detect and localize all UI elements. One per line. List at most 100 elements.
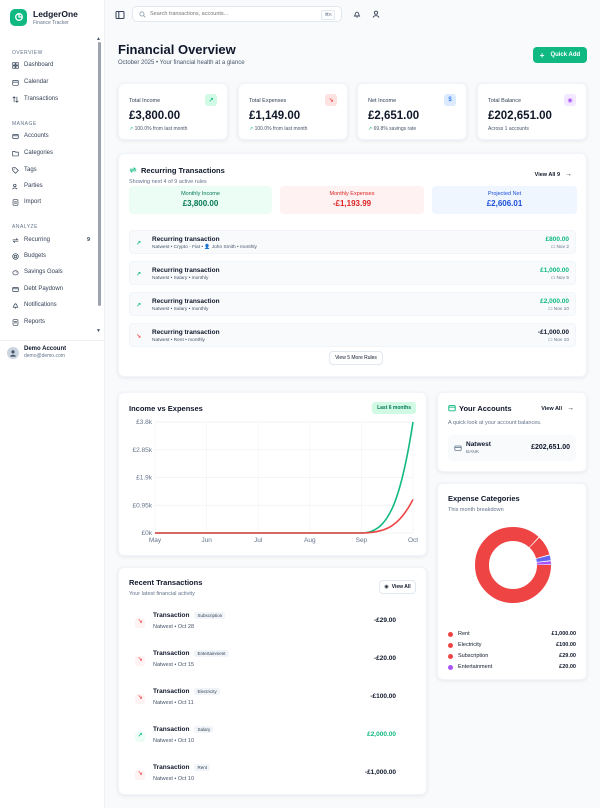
logo-icon [10,8,27,26]
dollar-icon: $ [444,94,456,106]
category-tag: Salary [194,726,214,733]
y-tick-label: £2.85k [132,447,152,454]
sidebar-item-accounts[interactable]: Accounts [12,129,90,143]
stat-label: Total Income [129,98,161,104]
sidebar-item-notifications[interactable]: Notifications [12,298,90,312]
search-bar[interactable]: ⌘K [132,6,342,22]
bank-icon [12,133,19,139]
sidebar-item-label: Calendar [24,79,49,85]
transaction-amount: -£20.00 [373,655,396,662]
bell-icon[interactable] [353,10,361,18]
sidebar-item-categories[interactable]: Categories [12,146,90,160]
sidebar-item-debt-paydown[interactable]: Debt Paydown [12,282,90,296]
sidebar-item-label: Categories [24,150,54,156]
scroll-down-icon[interactable]: ▼ [96,328,101,334]
x-tick-label: Jun [201,537,212,544]
sidebar-item-parties[interactable]: Parties [12,179,90,193]
transaction-amount: -£29.00 [373,617,396,624]
transaction-row[interactable]: ↘ Transaction Rent Natwest • Oct 10 -£1,0… [129,759,416,787]
transaction-title: Transaction Salary [153,726,214,733]
accounts-subtitle: A quick look at your account balances. [448,420,542,426]
recurring-row-meta: Natwest • Salary • monthly [152,307,209,312]
folder-icon [12,150,19,156]
recurring-row[interactable]: ↘ Recurring transaction Natwest • Rent •… [129,323,576,347]
transaction-row[interactable]: ↘ Transaction Electricity Natwest • Oct 1… [129,683,416,711]
y-tick-label: £0.95k [132,502,152,509]
transaction-row[interactable]: ↘ Transaction Subscription Natwest • Oct … [129,607,416,635]
transaction-amount: -£1,000.00 [364,769,396,776]
legend-dot [448,664,453,670]
stat-card-total-expenses: Total Expenses ↘ £1,149.00 ↗ 100.0% from… [238,83,348,140]
repeat-icon [129,167,137,173]
recurring-row-amount: £800.00 [545,236,570,243]
sidebar-item-import[interactable]: Import [12,195,90,209]
sidebar-item-reports[interactable]: Reports [12,315,90,329]
legend-item-rent: Rent £1,000.00 [448,629,576,639]
recurring-row[interactable]: ↗ Recurring transaction Natwest • Salary… [129,292,576,316]
summary-label: Projected Net [487,191,522,197]
target-icon [12,252,19,260]
user-name: Demo Account [24,346,67,352]
transaction-row[interactable]: ↘ Transaction Entertainment Natwest • Oct… [129,645,416,673]
summary-value: £2,606.01 [486,199,523,208]
account-row[interactable]: Natwest BANK £202,651.00 [448,435,576,461]
repeat-icon [12,237,19,243]
quick-add-label: Quick Add [550,52,581,58]
income-arrow-icon: ↗ [136,272,142,278]
expense-arrow-icon: ↘ [135,656,145,666]
recurring-row-meta: Natwest • Crypto - Fiat • 👤 John Smith •… [152,245,257,250]
piggy-icon [12,269,19,275]
user-icon[interactable] [372,10,380,18]
income-arrow-icon: ↗ [135,732,145,742]
wallet-icon: ◉ [564,94,576,106]
user-account[interactable]: Demo Account demo@demo.com [0,340,104,364]
sidebar-item-label: Recurring [24,237,51,243]
recurring-row-meta: Natwest • Rent • monthly [152,338,205,343]
calendar-icon [12,79,19,86]
sidebar-item-savings-goals[interactable]: Savings Goals [12,265,90,279]
quick-add-button[interactable]: + Quick Add [533,47,587,63]
recurring-row[interactable]: ↗ Recurring transaction Natwest • Crypto… [129,230,576,254]
x-tick-label: Sep [356,537,368,544]
sidebar-item-label: Notifications [24,302,57,308]
sidebar-item-transactions[interactable]: Transactions [12,92,90,106]
x-tick-label: Jul [254,537,263,544]
sidebar-scrollbar[interactable] [98,42,101,306]
nav-section-overview: Overview [12,50,43,56]
income-arrow-icon: ↗ [136,303,142,309]
recurring-row-title: Recurring transaction [152,236,220,243]
brand[interactable]: LedgerOne Finance Tracker [0,0,104,34]
recurring-row-title: Recurring transaction [152,298,220,305]
user-icon [10,349,16,357]
recurring-view-all-button[interactable]: View All 9 → [535,171,572,178]
transaction-title: Transaction Electricity [153,688,220,695]
recurring-row[interactable]: ↗ Recurring transaction Natwest • Salary… [129,261,576,285]
search-input[interactable] [150,11,310,17]
sidebar-item-calendar[interactable]: Calendar [12,75,90,89]
sidebar-toggle-icon[interactable] [115,10,125,20]
stat-value: £2,651.00 [368,110,420,122]
sidebar-item-dashboard[interactable]: Dashboard [12,58,90,72]
accounts-view-all-button[interactable]: View All → [541,405,574,412]
stat-label: Total Balance [488,98,522,104]
y-tick-label: £1.9k [136,475,153,482]
legend-item-entertainment: Entertainment £20.00 [448,662,576,672]
recurring-row-amount: £2,000.00 [540,298,569,305]
transaction-row[interactable]: ↗ Transaction Salary Natwest • Oct 10 £2,… [129,721,416,749]
arrow-right-icon: → [567,405,574,412]
expense-arrow-icon: ↘ [135,694,145,704]
sidebar-item-recurring[interactable]: Recurring 9 [12,233,90,247]
view-more-rules-button[interactable]: View 5 More Rules [329,351,383,365]
transaction-meta: Natwest • Oct 15 [153,662,195,668]
sidebar-item-label: Import [24,199,42,205]
stat-card-net-income: Net Income $ £2,651.00 ↗ 69.8% savings r… [357,83,467,140]
plus-icon: + [539,50,545,60]
stat-value: £1,149.00 [249,110,301,122]
recent-view-all-button[interactable]: ◉ View All [379,580,416,594]
stat-card-total-balance: Total Balance ◉ £202,651.00 Across 1 acc… [477,83,587,140]
recurring-subtitle: Showing next 4 of 9 active rules [129,179,207,185]
y-tick-label: £3.8k [136,419,153,426]
sidebar-item-budgets[interactable]: Budgets [12,249,90,263]
trend-down-icon: ↘ [325,94,337,106]
sidebar-item-tags[interactable]: Tags [12,163,90,177]
